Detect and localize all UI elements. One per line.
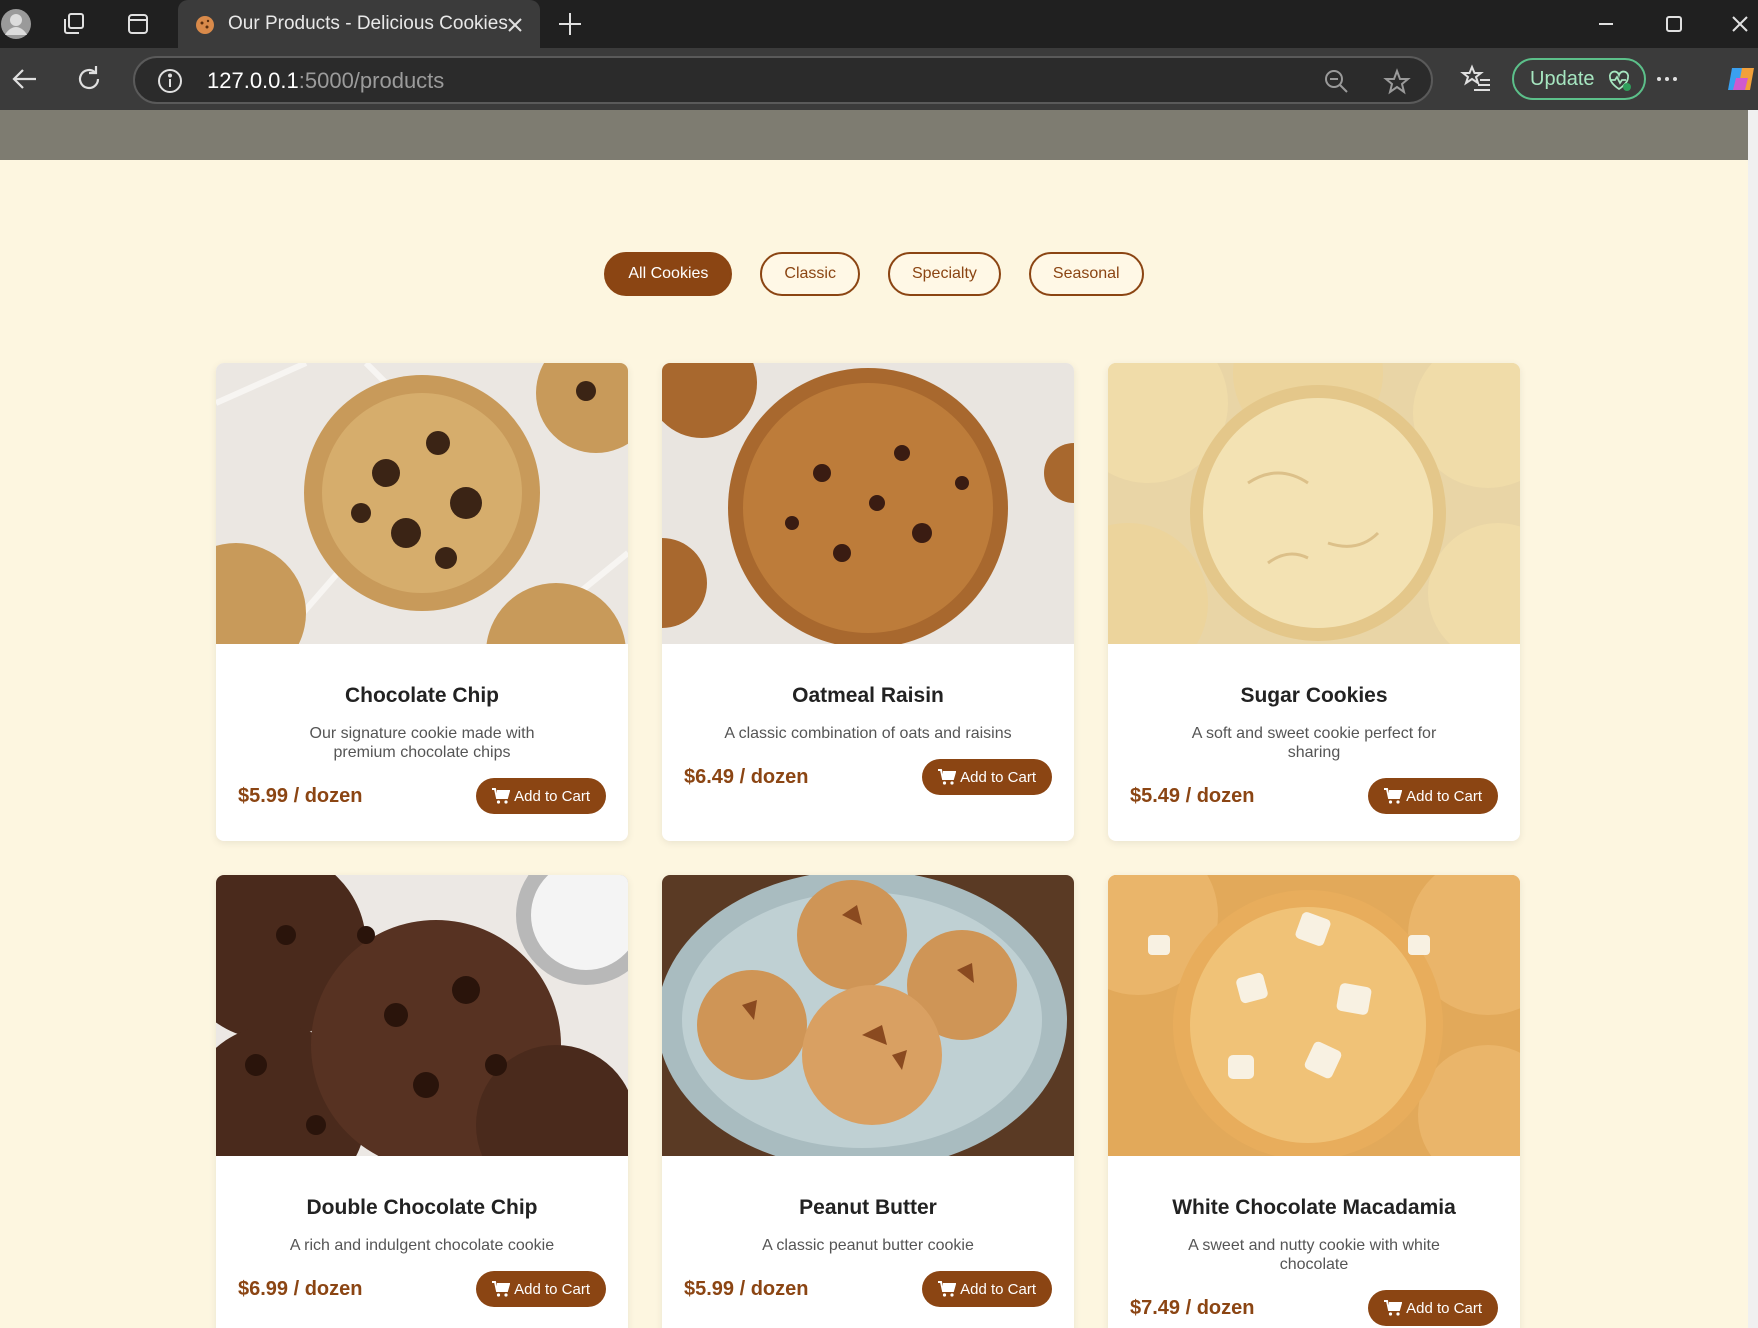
add-to-cart-button[interactable]: Add to Cart <box>922 1271 1052 1307</box>
tab-actions-icon[interactable] <box>122 8 154 40</box>
add-to-cart-label: Add to Cart <box>1406 787 1482 805</box>
product-name: Chocolate Chip <box>344 684 499 707</box>
product-card-double-chocolate-chip: Double Chocolate Chip A rich and indulge… <box>216 875 628 1328</box>
tab-products[interactable]: Our Products - Delicious Cookies <box>178 0 540 48</box>
product-card-sugar-cookies: Sugar Cookies A soft and sweet cookie pe… <box>1108 363 1520 841</box>
product-card-white-chocolate-macadamia: White Chocolate Macadamia A sweet and nu… <box>1108 875 1520 1328</box>
favorites-list-icon[interactable] <box>1460 62 1494 96</box>
chocolate-chip-cookie-photo <box>216 363 628 644</box>
product-name: Double Chocolate Chip <box>306 1196 538 1219</box>
product-description: A classic combination of oats and raisin… <box>724 725 1012 742</box>
product-card-peanut-butter: Peanut Butter A classic peanut butter co… <box>662 875 1074 1328</box>
zoom-out-icon[interactable] <box>1323 68 1349 94</box>
product-price: $7.49 / dozen <box>1130 1296 1255 1319</box>
add-to-cart-button[interactable]: Add to Cart <box>1368 1290 1498 1326</box>
refresh-icon[interactable] <box>72 62 106 96</box>
product-name: Peanut Butter <box>799 1196 937 1219</box>
add-to-cart-label: Add to Cart <box>960 768 1036 786</box>
sugar-cookie-photo <box>1108 363 1520 644</box>
workspaces-icon[interactable] <box>58 8 90 40</box>
cart-icon <box>492 1281 511 1297</box>
browser-tab-bar: Our Products - Delicious Cookies <box>0 0 1758 48</box>
url-host: 127.0.0.1 <box>207 68 299 93</box>
white-chocolate-macadamia-cookie-photo <box>1108 875 1520 1156</box>
add-to-cart-button[interactable]: Add to Cart <box>476 778 606 814</box>
add-to-cart-button[interactable]: Add to Cart <box>476 1271 606 1307</box>
cart-icon <box>1384 788 1403 804</box>
product-price: $5.49 / dozen <box>1130 784 1255 807</box>
product-price: $6.49 / dozen <box>684 765 809 788</box>
cart-icon <box>938 1281 957 1297</box>
peanut-butter-cookie-photo <box>662 875 1074 1156</box>
filter-specialty[interactable]: Specialty <box>887 252 1001 296</box>
product-description: A classic peanut butter cookie <box>762 1237 974 1254</box>
window-close-icon[interactable] <box>1724 8 1756 40</box>
product-price: $5.99 / dozen <box>238 784 363 807</box>
product-price: $5.99 / dozen <box>684 1277 809 1300</box>
add-to-cart-label: Add to Cart <box>514 787 590 805</box>
add-to-cart-label: Add to Cart <box>1406 1299 1482 1317</box>
double-chocolate-cookie-photo <box>216 875 628 1156</box>
product-description: A soft and sweet cookie perfect for shar… <box>1191 725 1437 761</box>
copilot-icon[interactable] <box>1724 62 1758 96</box>
cart-icon <box>492 788 511 804</box>
page-scrollbar[interactable] <box>1748 110 1758 1328</box>
site-info-icon[interactable] <box>157 68 183 94</box>
product-price: $6.99 / dozen <box>238 1277 363 1300</box>
maximize-icon[interactable] <box>1658 8 1690 40</box>
address-bar[interactable]: 127.0.0.1:5000/products <box>133 56 1433 104</box>
cookie-favicon-icon <box>194 14 216 36</box>
add-to-cart-button[interactable]: Add to Cart <box>922 759 1052 795</box>
profile-avatar-icon[interactable] <box>0 8 32 40</box>
site-header-bar <box>0 110 1748 160</box>
add-to-cart-label: Add to Cart <box>960 1280 1036 1298</box>
favorite-star-icon[interactable] <box>1383 68 1411 96</box>
product-name: Sugar Cookies <box>1240 684 1388 707</box>
new-tab-plus-icon[interactable] <box>556 10 584 38</box>
tab-close-icon[interactable] <box>504 14 526 36</box>
product-card-oatmeal-raisin: Oatmeal Raisin A classic combination of … <box>662 363 1074 841</box>
filter-seasonal[interactable]: Seasonal <box>1028 252 1144 296</box>
add-to-cart-label: Add to Cart <box>514 1280 590 1298</box>
update-button[interactable]: Update <box>1512 58 1646 100</box>
tab-title: Our Products - Delicious Cookies <box>228 13 508 34</box>
product-name: Oatmeal Raisin <box>792 684 944 707</box>
product-description: A sweet and nutty cookie with white choc… <box>1188 1237 1440 1273</box>
cart-icon <box>938 769 957 785</box>
filter-all-cookies[interactable]: All Cookies <box>604 252 733 296</box>
add-to-cart-button[interactable]: Add to Cart <box>1368 778 1498 814</box>
cart-icon <box>1384 1300 1403 1316</box>
minimize-icon[interactable] <box>1590 8 1622 40</box>
product-description: A rich and indulgent chocolate cookie <box>289 1237 555 1254</box>
category-filters: All Cookies Classic Specialty Seasonal <box>0 252 1748 296</box>
browser-toolbar: 127.0.0.1:5000/products Update <box>0 48 1758 110</box>
url-path: :5000/products <box>298 68 445 93</box>
product-name: White Chocolate Macadamia <box>1172 1196 1456 1219</box>
health-heart-icon <box>1608 70 1631 91</box>
product-description: Our signature cookie made with premium c… <box>309 725 535 761</box>
oatmeal-raisin-cookie-photo <box>662 363 1074 644</box>
more-options-icon[interactable] <box>1650 62 1684 96</box>
filter-classic[interactable]: Classic <box>760 252 860 296</box>
url-text[interactable]: 127.0.0.1:5000/products <box>207 68 444 94</box>
product-grid: Chocolate Chip Our signature cookie made… <box>216 363 1521 1328</box>
back-arrow-icon[interactable] <box>8 62 42 96</box>
update-label: Update <box>1530 67 1595 90</box>
product-card-chocolate-chip: Chocolate Chip Our signature cookie made… <box>216 363 628 841</box>
